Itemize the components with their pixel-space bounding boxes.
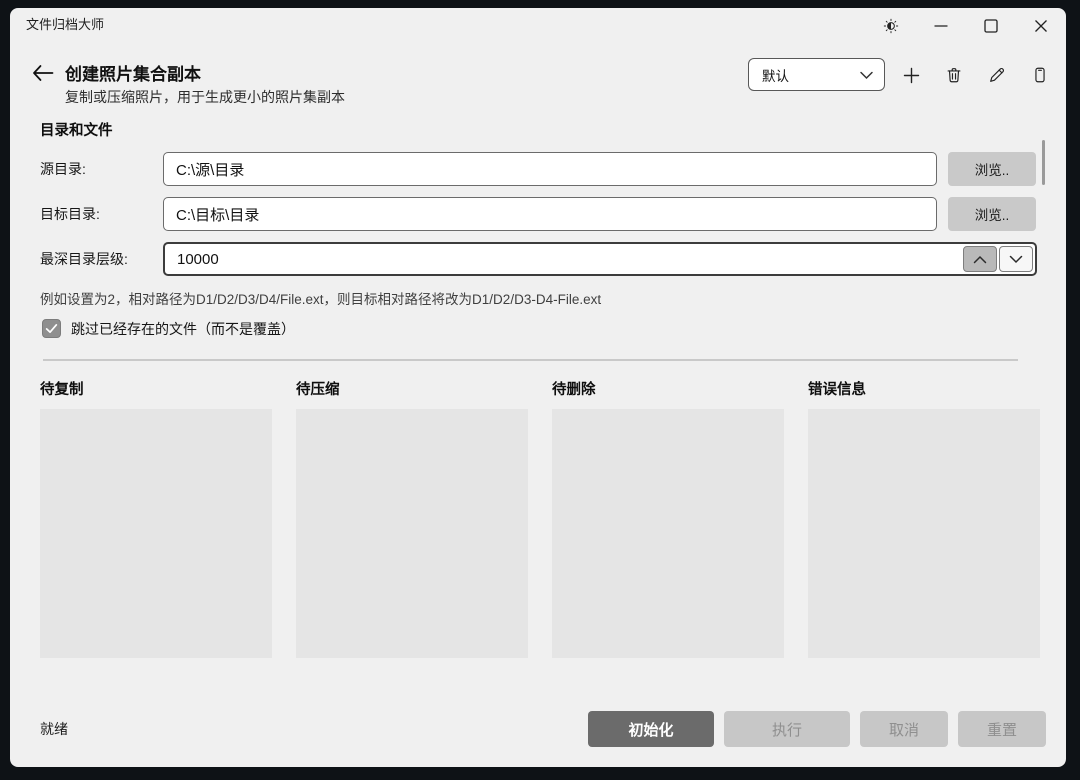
app-title: 文件归档大师 — [26, 8, 104, 44]
source-dir-label: 源目录: — [40, 152, 160, 186]
compress-queue-list[interactable] — [296, 409, 528, 658]
source-dir-browse-button[interactable]: 浏览.. — [948, 152, 1036, 186]
depth-hint-text: 例如设置为2，相对路径为D1/D2/D3/D4/File.ext，则目标相对路径… — [40, 288, 601, 308]
copy-queue-panel: 待复制 — [40, 382, 272, 658]
preset-dropdown-value: 默认 — [762, 65, 859, 85]
maximize-button[interactable] — [966, 8, 1016, 44]
theme-brightness-icon — [883, 18, 899, 34]
target-dir-input[interactable] — [163, 197, 937, 231]
error-info-list[interactable] — [808, 409, 1040, 658]
chevron-down-icon — [859, 70, 874, 80]
section-title-directories: 目录和文件 — [40, 119, 113, 140]
pencil-icon — [988, 66, 1006, 84]
back-button[interactable] — [28, 60, 58, 86]
compress-queue-title: 待压缩 — [296, 382, 528, 398]
skip-existing-row: 跳过已经存在的文件（而不是覆盖） — [42, 319, 295, 339]
page-subtitle: 复制或压缩照片，用于生成更小的照片集副本 — [65, 87, 345, 107]
spin-down-button[interactable] — [999, 246, 1033, 272]
footer-bar: 就绪 初始化 执行 取消 重置 — [10, 703, 1066, 755]
delete-queue-title: 待删除 — [552, 382, 784, 398]
vertical-scrollbar-thumb[interactable] — [1042, 140, 1045, 185]
copy-queue-list[interactable] — [40, 409, 272, 658]
error-info-panel: 错误信息 — [808, 382, 1040, 658]
maximize-icon — [983, 18, 999, 34]
max-depth-label: 最深目录层级: — [40, 242, 160, 276]
copy-preset-button[interactable] — [1025, 61, 1055, 89]
delete-preset-button[interactable] — [939, 61, 969, 89]
page-title: 创建照片集合副本 — [65, 60, 201, 85]
add-preset-button[interactable] — [896, 61, 926, 89]
queues-section: 待复制 待压缩 待删除 错误信息 — [40, 382, 1040, 658]
close-icon — [1033, 18, 1049, 34]
compress-queue-panel: 待压缩 — [296, 382, 528, 658]
max-depth-spinner — [163, 242, 1037, 276]
minimize-icon — [933, 18, 949, 34]
plus-icon — [903, 67, 920, 84]
reset-button[interactable]: 重置 — [958, 711, 1046, 747]
error-info-title: 错误信息 — [808, 382, 1040, 398]
settings-scroll-area: 目录和文件 源目录: 浏览.. 目标目录: 浏览.. 最深目录层级: — [10, 112, 1066, 339]
preset-dropdown[interactable]: 默认 — [748, 58, 885, 91]
target-dir-label: 目标目录: — [40, 197, 160, 231]
skip-existing-label: 跳过已经存在的文件（而不是覆盖） — [71, 319, 295, 339]
titlebar: 文件归档大师 — [10, 8, 1066, 44]
initialize-button[interactable]: 初始化 — [588, 711, 714, 747]
close-button[interactable] — [1016, 8, 1066, 44]
spin-up-button[interactable] — [963, 246, 997, 272]
edit-preset-button[interactable] — [982, 61, 1012, 89]
window-controls — [866, 8, 1066, 44]
chevron-up-icon — [973, 255, 987, 264]
chevron-down-icon — [1009, 255, 1023, 264]
minimize-button[interactable] — [916, 8, 966, 44]
source-dir-input[interactable] — [163, 152, 937, 186]
skip-existing-checkbox[interactable] — [42, 319, 61, 338]
copy-queue-title: 待复制 — [40, 382, 272, 398]
copy-icon — [1031, 66, 1049, 84]
target-dir-browse-button[interactable]: 浏览.. — [948, 197, 1036, 231]
execute-button[interactable]: 执行 — [724, 711, 850, 747]
delete-queue-panel: 待删除 — [552, 382, 784, 658]
section-divider — [43, 359, 1018, 361]
status-text: 就绪 — [40, 719, 578, 739]
trash-icon — [945, 66, 963, 84]
cancel-button[interactable]: 取消 — [860, 711, 948, 747]
theme-toggle-button[interactable] — [866, 8, 916, 44]
app-window: 文件归档大师 — [10, 8, 1066, 767]
delete-queue-list[interactable] — [552, 409, 784, 658]
max-depth-input[interactable] — [165, 244, 945, 274]
check-icon — [45, 323, 58, 334]
left-arrow-icon — [31, 63, 55, 83]
